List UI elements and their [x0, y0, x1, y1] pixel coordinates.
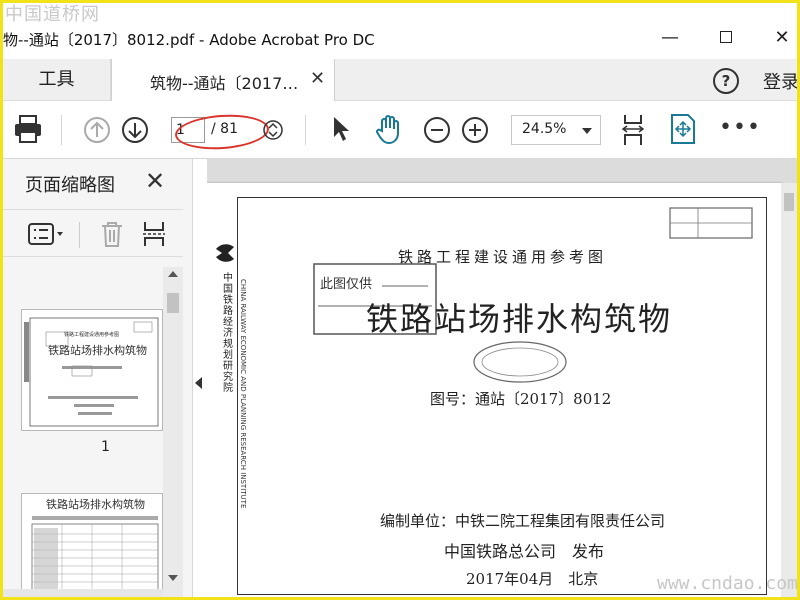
scroll-down-icon[interactable] — [168, 575, 178, 581]
title-bar: 中国道桥网 物--通站〔2017〕8012.pdf - Adobe Acroba… — [3, 3, 797, 59]
thumbnail-1-title-text: 铁路站场排水构筑物 — [48, 343, 147, 357]
zoom-level-value: 24.5% — [522, 121, 567, 137]
thumbnail-pane-title: 页面缩略图 — [25, 175, 115, 196]
toolbar-divider — [305, 115, 306, 145]
doc-published-by: 中国铁路总公司 发布 — [444, 542, 605, 561]
thumbnail-1-page-label: 1 — [101, 439, 110, 455]
thumbnail-1-preview: 铁路工程建设通用参考图 铁路站场排水构筑物 — [24, 317, 159, 427]
doc-main-title: 铁路站场排水构筑物 — [366, 300, 673, 338]
thumbnail-options-icon[interactable] — [27, 222, 65, 246]
tab-tools[interactable]: 工具 — [3, 59, 111, 101]
delete-page-icon[interactable] — [99, 220, 125, 248]
login-button[interactable]: 登录 — [763, 68, 797, 94]
page-thumbnail-2[interactable]: 铁路站场排水构筑物 — [21, 493, 163, 597]
help-icon[interactable]: ? — [713, 68, 739, 94]
tab-bar: 工具 筑物--通站〔2017… ✕ ? 登录 — [3, 59, 797, 102]
thumbnail-2-preview: 铁路站场排水构筑物 — [31, 497, 159, 597]
registration-stamp — [669, 207, 753, 239]
site-watermark-bottom: www.cndao.com — [657, 573, 798, 594]
app-window: 中国道桥网 物--通站〔2017〕8012.pdf - Adobe Acroba… — [0, 0, 800, 600]
more-tools-icon[interactable]: ••• — [719, 115, 761, 140]
hand-tool-icon[interactable] — [373, 113, 405, 145]
thumbnail-2-title-text: 铁路站场排水构筑物 — [46, 497, 145, 511]
chevron-down-icon — [582, 128, 592, 134]
zoom-level-select[interactable]: 24.5% — [511, 115, 601, 145]
insert-page-icon[interactable] — [141, 220, 167, 248]
thumbnail-1-series-text: 铁路工程建设通用参考图 — [64, 331, 119, 338]
doc-compiled-by: 编制单位：中铁二院工程集团有限责任公司 — [380, 512, 666, 530]
thumbnail-vertical-scrollbar[interactable] — [163, 267, 183, 597]
page-border: 此图仅供 铁路工程建设通用参考图 铁路站场排水构筑物 图号：通站〔2017〕80… — [237, 197, 767, 595]
collapse-pane-icon[interactable] — [195, 377, 202, 389]
close-pane-icon[interactable]: ✕ — [145, 167, 165, 195]
zoom-in-icon[interactable] — [461, 116, 489, 144]
doc-date: 2017年04月 北京 — [466, 570, 599, 588]
pane-toolbar-divider — [79, 222, 80, 248]
zoom-out-icon[interactable] — [423, 116, 451, 144]
thumbnail-pane: 页面缩略图 ✕ 铁路工程建设通用参考图 铁路站场排水构筑物 铁路站场排水构筑物 … — [3, 159, 193, 597]
vertical-org-name: 中国铁路经济规划研究院 — [223, 273, 233, 394]
full-screen-icon[interactable] — [669, 113, 697, 145]
thumbnail-scroll-thumb[interactable] — [167, 293, 179, 313]
window-title: 物--通站〔2017〕8012.pdf - Adobe Acrobat Pro … — [3, 31, 375, 49]
previous-page-icon[interactable] — [83, 116, 111, 144]
document-view[interactable]: 中国铁路经济规划研究院 CHINA RAILWAY ECONOMIC AND P… — [207, 159, 797, 597]
page-thumbnail-1[interactable]: 铁路工程建设通用参考图 铁路站场排水构筑物 — [21, 309, 163, 431]
main-toolbar: 1 / 81 24.5% ••• — [3, 101, 797, 159]
next-page-icon[interactable] — [121, 116, 149, 144]
scroll-up-icon[interactable] — [168, 271, 178, 277]
doc-drawing-number: 图号：通站〔2017〕8012 — [430, 390, 612, 408]
oval-seal — [473, 341, 567, 383]
close-tab-icon[interactable]: ✕ — [310, 68, 325, 89]
select-cursor-icon[interactable] — [331, 115, 351, 143]
doc-series-title: 铁路工程建设通用参考图 — [398, 248, 608, 266]
pdf-page: 中国铁路经济规划研究院 CHINA RAILWAY ECONOMIC AND P… — [207, 183, 782, 597]
tab-document[interactable]: 筑物--通站〔2017… ✕ — [111, 59, 335, 102]
org-logo-icon — [216, 244, 234, 262]
thumbnail-horizontal-scrollbar[interactable] — [3, 589, 163, 597]
thumbnail-list: 铁路工程建设通用参考图 铁路站场排水构筑物 铁路站场排水构筑物 1 — [3, 267, 163, 597]
maximize-button[interactable] — [711, 25, 741, 51]
maximize-icon — [720, 31, 732, 43]
stamp-text: 此图仅供 — [320, 277, 372, 292]
tab-document-label: 筑物--通站〔2017… — [150, 74, 299, 93]
thumbnail-pane-toolbar — [3, 209, 183, 257]
site-watermark-top: 中国道桥网 — [5, 4, 100, 25]
print-icon[interactable] — [13, 115, 43, 143]
page-stepper-icon[interactable] — [263, 119, 283, 141]
minimize-button[interactable]: — — [655, 25, 685, 51]
document-vertical-scrollbar[interactable] — [781, 183, 797, 597]
close-window-button[interactable]: ✕ — [767, 25, 797, 51]
toolbar-divider — [61, 115, 62, 145]
fit-page-icon[interactable] — [619, 113, 647, 147]
document-scroll-thumb[interactable] — [784, 193, 794, 211]
